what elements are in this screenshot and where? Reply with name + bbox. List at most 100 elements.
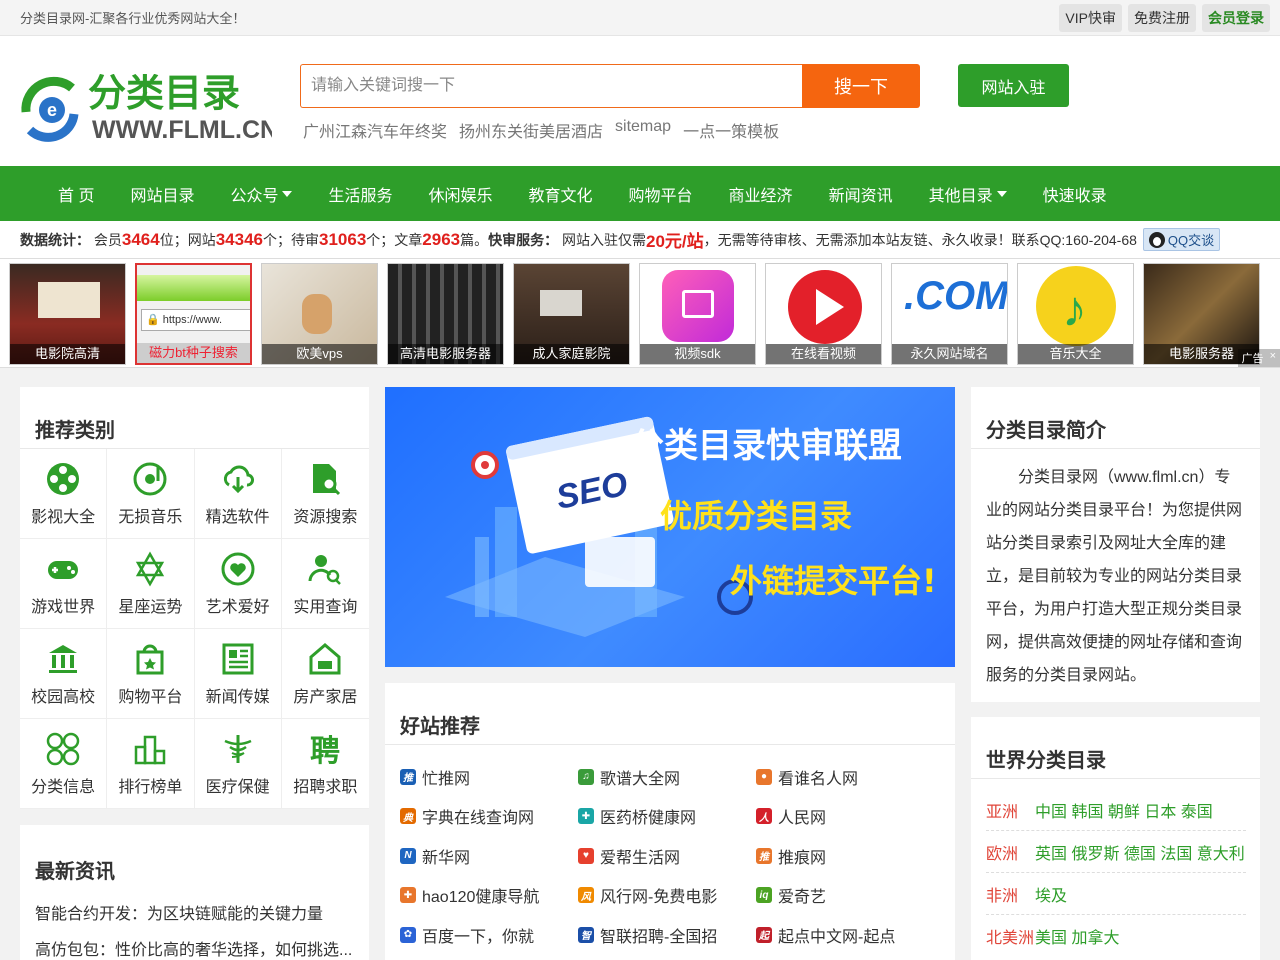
search-button[interactable]: 搜一下 [802, 64, 920, 108]
news-item[interactable]: 智能合约开发：为区块链赋能的关键力量 [20, 897, 369, 933]
continent-link[interactable]: 北美洲 [986, 924, 1035, 948]
hot-keyword[interactable]: sitemap [615, 118, 671, 142]
category-label: 游戏世界 [31, 598, 96, 616]
hot-keyword[interactable]: 广州江森汽车年终奖 [303, 118, 447, 142]
site-link[interactable]: 推推痕网 [756, 836, 934, 876]
intro-text: 分类目录网（www.flml.cn）专业的网站分类目录平台！为您提供网站分类目录… [986, 469, 1243, 684]
ad-thumb[interactable]: 高清电影服务器 [387, 263, 504, 365]
countries-links[interactable]: 埃及 [1035, 882, 1067, 906]
countries-links[interactable]: 中国 韩国 朝鲜 日本 泰国 [1035, 798, 1213, 822]
world-row: 北美洲 美国 加拿大 [986, 915, 1246, 957]
nav-item-education[interactable]: 教育文化 [511, 182, 611, 206]
nav-item-entertainment[interactable]: 休闲娱乐 [411, 182, 511, 206]
site-link[interactable]: ✚ hao120健康导航 [400, 876, 578, 916]
ad-thumb[interactable]: 欧美vps [261, 263, 378, 365]
ad-thumb[interactable]: 电影院高清 [9, 263, 126, 365]
login-link[interactable]: 会员登录 [1202, 3, 1270, 32]
category-news-media[interactable]: 新闻传媒 [194, 629, 282, 719]
nav-item-news[interactable]: 新闻资讯 [811, 182, 911, 206]
ad-thumb[interactable]: .COM 永久网站域名 [891, 263, 1008, 365]
nav-item-shopping[interactable]: 购物平台 [611, 182, 711, 206]
qq-chat-button[interactable]: QQ交谈 [1142, 228, 1221, 251]
nav-item-wechat[interactable]: 公众号 [212, 182, 310, 206]
register-link[interactable]: 免费注册 [1128, 3, 1196, 32]
site-link[interactable]: ● 看谁名人网 [756, 757, 934, 797]
ad-caption: 音乐大全 [1018, 344, 1133, 364]
site-link[interactable]: 典字典在线查询网 [400, 797, 578, 837]
video-sdk-icon [662, 270, 734, 342]
search-input[interactable] [300, 64, 802, 108]
category-resource-search[interactable]: 资源搜索 [281, 449, 369, 539]
vip-fast-review-link[interactable]: VIP快审 [1059, 3, 1122, 32]
ad-tag: 广告 × [1237, 349, 1280, 367]
continent-link[interactable]: 欧洲 [986, 840, 1035, 864]
category-rankings[interactable]: 排行榜单 [107, 719, 195, 809]
nav-item-other[interactable]: 其他目录 [911, 182, 1025, 206]
site-logo[interactable]: e 分类目录 WWW.FLML.CN [20, 74, 272, 144]
site-link[interactable]: 风风行网-免费电影 [578, 876, 756, 916]
submit-site-button[interactable]: 网站入驻 [958, 64, 1069, 107]
category-software[interactable]: 精选软件 [194, 449, 282, 539]
continent-link[interactable]: 非洲 [986, 882, 1035, 906]
nav-item-directory[interactable]: 网站目录 [112, 182, 212, 206]
category-horoscope[interactable]: 星座运势 [107, 539, 195, 629]
category-lookup[interactable]: 实用查询 [281, 539, 369, 629]
qq-penguin-icon [1148, 231, 1165, 248]
hot-keyword[interactable]: 扬州东关街美居酒店 [459, 118, 603, 142]
category-music[interactable]: 无损音乐 [107, 449, 195, 539]
category-classifieds[interactable]: 分类信息 [20, 719, 108, 809]
ad-thumb[interactable]: ♪ 音乐大全 [1017, 263, 1134, 365]
category-games[interactable]: 游戏世界 [20, 539, 108, 629]
nav-label: 快速收录 [1042, 187, 1107, 205]
nav-item-life[interactable]: 生活服务 [310, 182, 410, 206]
nav-item-quick-index[interactable]: 快速收录 [1025, 182, 1125, 206]
site-slogan: 分类目录网-汇聚各行业优秀网站大全！ [20, 11, 246, 26]
nav-item-home[interactable]: 首 页 [40, 182, 112, 206]
header: e 分类目录 WWW.FLML.CN 搜一下 网站入驻 广州江森汽车年终奖 扬州… [0, 36, 1280, 166]
category-real-estate[interactable]: 房产家居 [281, 629, 369, 719]
site-link[interactable]: ✿ 百度一下，你就 [400, 915, 578, 955]
ad-caption: 欧美vps [262, 344, 377, 364]
hot-keyword[interactable]: 一点一策模板 [683, 118, 779, 142]
site-link[interactable]: N 新华网 [400, 836, 578, 876]
site-link[interactable]: ♫ 歌谱大全网 [578, 757, 756, 797]
category-medical[interactable]: 医疗保健 [194, 719, 282, 809]
site-label: 新华网 [422, 849, 471, 867]
nav-item-business[interactable]: 商业经济 [711, 182, 811, 206]
continent-link[interactable]: 亚洲 [986, 798, 1035, 822]
news-item[interactable]: 高仿包包：性价比高的奢华选择，如何挑选... [20, 933, 369, 960]
category-schools[interactable]: 校园高校 [20, 629, 108, 719]
service-label: 快审服务： [488, 231, 559, 248]
ad-thumb[interactable]: 成人家庭影院 [513, 263, 630, 365]
countries-links[interactable]: 美国 加拿大 [1035, 924, 1119, 948]
nav-label: 网站目录 [130, 187, 195, 205]
site-link[interactable]: iq 爱奇艺 [756, 876, 934, 916]
site-link[interactable]: 人人民网 [756, 797, 934, 837]
category-jobs[interactable]: 聘 招聘求职 [281, 719, 369, 809]
ad-thumb[interactable]: 🔒 https://www. 磁力bt种子搜索 [135, 263, 252, 365]
countries-links[interactable]: 英国 俄罗斯 德国 法国 意大利 [1035, 840, 1245, 864]
ad-thumb[interactable]: 视频sdk [639, 263, 756, 365]
svg-text:分类目录快审联盟: 分类目录快审联盟 [630, 426, 902, 466]
ad-close-icon[interactable]: × [1270, 350, 1276, 366]
heart-icon [221, 552, 255, 585]
top-bar: 分类目录网-汇聚各行业优秀网站大全！ VIP快审 免费注册 会员登录 [0, 0, 1280, 36]
site-link[interactable]: ♥ 爱帮生活网 [578, 836, 756, 876]
category-film[interactable]: 影视大全 [20, 449, 108, 539]
user-search-icon [308, 554, 342, 585]
site-label: 百度一下，你就 [422, 928, 535, 946]
category-art[interactable]: 艺术爱好 [194, 539, 282, 629]
category-shopping[interactable]: 购物平台 [107, 629, 195, 719]
site-link[interactable]: 推忙推网 [400, 757, 578, 797]
nav-label: 首 页 [58, 187, 95, 205]
ad-caption: 在线看视频 [766, 344, 881, 364]
site-link[interactable]: 智智联招聘-全国招 [578, 915, 756, 955]
site-link[interactable]: ✚ 医药桥健康网 [578, 797, 756, 837]
chevron-down-icon [996, 190, 1007, 197]
category-grid: 影视大全 无损音乐 精选软件 资源搜索 游戏世界 星座运势 艺术爱好 实用查询 … [20, 449, 369, 809]
site-link[interactable]: 起起点中文网-起点 [756, 915, 934, 955]
ad-thumb[interactable]: 在线看视频 [765, 263, 882, 365]
promo-banner[interactable]: SEO 分类目录快审联盟 优质分类目录 外链提交平台! [385, 387, 955, 667]
cinema-screen-image [38, 282, 100, 318]
ad-label: 广告 [1241, 353, 1264, 365]
